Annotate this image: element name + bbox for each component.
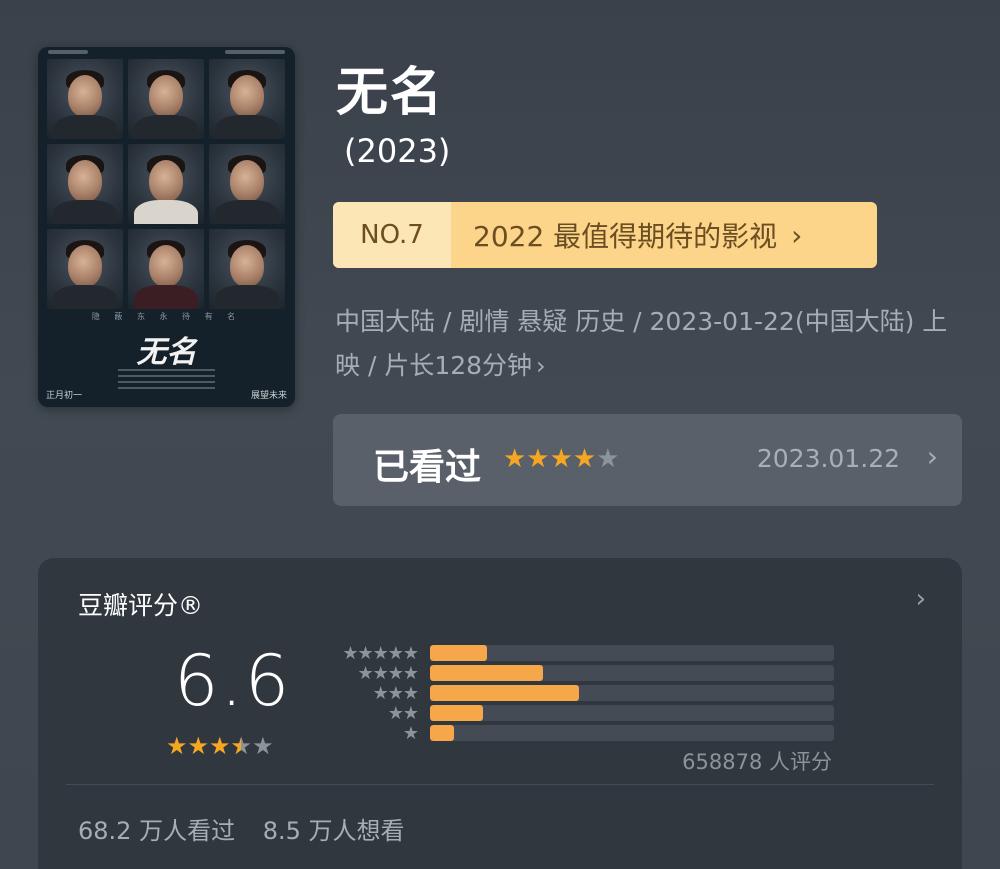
star-filled-icon: ★★★★ (503, 444, 597, 474)
chevron-right-icon: › (926, 440, 938, 473)
poster-top-logos (38, 47, 295, 57)
poster-portrait (128, 229, 204, 309)
watched-count[interactable]: 68.2 万人看过 (78, 817, 235, 845)
rank-number: NO.7 (333, 202, 451, 268)
distribution-bar-track (430, 665, 834, 681)
distribution-bar-track (430, 685, 834, 701)
poster-footer-left: 正月初一 (46, 391, 83, 401)
distribution-bar-track (430, 645, 834, 661)
chevron-right-icon: › (791, 218, 803, 252)
poster-portrait (209, 144, 285, 224)
rating-score: 6.6 (174, 640, 292, 722)
distribution-row-stars: ★ (402, 723, 419, 744)
movie-title: 无名 (336, 63, 445, 123)
poster-portrait-grid (47, 59, 285, 309)
star-empty-icon: ★ (252, 732, 274, 760)
star-empty-icon: ★ (596, 444, 620, 474)
distribution-star-labels: ★★★★★ ★★★★ ★★★ ★★ ★ (342, 643, 419, 744)
want-count[interactable]: 8.5 万人想看 (263, 817, 405, 845)
chevron-right-icon: › (536, 352, 546, 380)
distribution-bar-fill (430, 645, 487, 661)
poster-portrait (209, 59, 285, 139)
poster-footer-right: 展望未来 (250, 391, 287, 401)
rating-card-title: 豆瓣评分® (78, 591, 204, 620)
distribution-bar-fill (430, 685, 580, 701)
poster-portrait (128, 59, 204, 139)
rank-list: 2022 最值得期待的影视 › (451, 202, 877, 268)
distribution-bar-track (430, 705, 834, 721)
distribution-bar-track (430, 725, 834, 741)
poster-portrait (128, 144, 204, 224)
score-stars: ★★★★ ★ (166, 732, 274, 760)
poster-portrait (47, 144, 123, 224)
movie-meta-text: 中国大陆 / 剧情 悬疑 历史 / 2023-01-22(中国大陆) 上映 / … (335, 307, 948, 380)
poster-credits (118, 365, 215, 395)
poster-portrait (47, 59, 123, 139)
poster-portrait (209, 229, 285, 309)
watched-label: 已看过 (373, 447, 482, 488)
distribution-row-stars: ★★★★ (357, 663, 419, 684)
distribution-bar-fill (430, 665, 544, 681)
distribution-bar-fill (430, 725, 455, 741)
douban-rating-card[interactable]: 豆瓣评分® › 6.6 ★★★★★ ★★★★★★★★★★★★★★★ 658878… (38, 558, 962, 869)
divider (66, 784, 934, 785)
audience-counts: 68.2 万人看过 8.5 万人想看 (78, 811, 405, 846)
distribution-row-stars: ★★★ (372, 683, 419, 704)
distribution-row-stars: ★★★★★ (342, 643, 419, 664)
poster-caption: 隐 蔽 东 永 待 有 名 (91, 312, 242, 321)
chevron-right-icon[interactable]: › (916, 584, 926, 614)
movie-meta-info[interactable]: 中国大陆 / 剧情 悬疑 历史 / 2023-01-22(中国大陆) 上映 / … (335, 300, 955, 388)
rank-banner[interactable]: NO.7 2022 最值得期待的影视 › (333, 202, 877, 268)
rank-list-name: 2022 最值得期待的影视 (473, 220, 778, 253)
movie-year: (2023) (344, 132, 451, 170)
star-filled-icon: ★★★ (166, 732, 231, 760)
distribution-row-stars: ★★ (387, 703, 419, 724)
movie-poster[interactable]: 隐 蔽 东 永 待 有 名 无名 正月初一 展望未来 (38, 47, 295, 407)
star-half-icon: ★ (231, 732, 253, 760)
rating-distribution-bars (430, 645, 834, 745)
watched-status-card[interactable]: 已看过 ★★★★★ 2023.01.22 › (333, 414, 962, 506)
watched-date: 2023.01.22 (756, 444, 900, 473)
distribution-bar-fill (430, 705, 483, 721)
my-rating-stars: ★★★★★ (503, 444, 620, 474)
poster-portrait (47, 229, 123, 309)
vote-count: 658878 人评分 (682, 750, 832, 774)
